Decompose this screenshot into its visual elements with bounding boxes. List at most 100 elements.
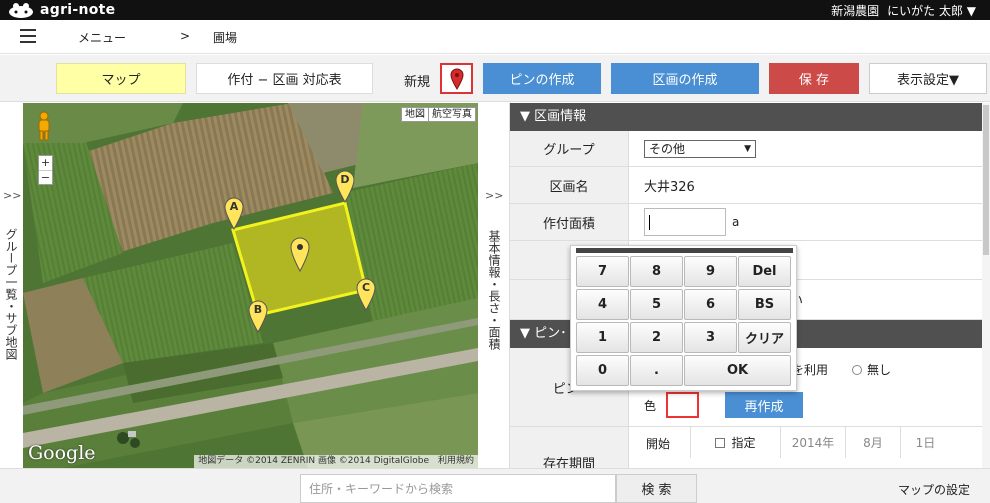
color-label: 色 — [644, 398, 657, 413]
app-logo[interactable]: agri-note — [8, 1, 115, 19]
map-pin-icon — [449, 68, 464, 90]
zoom-out-button[interactable]: − — [39, 170, 52, 184]
specify-checkbox[interactable]: 指定 — [690, 427, 780, 458]
key-0[interactable]: 0 — [576, 355, 629, 386]
month-select[interactable]: 8月 — [845, 427, 900, 458]
breadcrumb-current: 圃場 — [213, 31, 238, 45]
map-tab[interactable]: マップ — [56, 63, 186, 94]
farm-name: 新潟農園 — [831, 4, 880, 18]
scrollbar-thumb[interactable] — [983, 105, 989, 255]
top-bar: agri-note 新潟農園 にいがた 太郎 ▼ — [0, 0, 990, 20]
key-9[interactable]: 9 — [684, 256, 737, 287]
toolbar: マップ 作付 − 区画 対応表 新規 ピンの作成 区画の作成 保 存 表示設定▼ — [0, 55, 990, 102]
logo-text: agri-note — [40, 2, 116, 18]
use-option-label[interactable]: を利用 — [792, 361, 828, 378]
key-7[interactable]: 7 — [576, 256, 629, 287]
key-1[interactable]: 1 — [576, 322, 629, 353]
map-type-control: 地図 航空写真 — [401, 107, 476, 122]
marker-b-icon[interactable]: B — [247, 299, 269, 333]
crop-area-unit: a — [732, 215, 740, 229]
key-backspace[interactable]: BS — [738, 289, 791, 320]
key-decimal[interactable]: . — [630, 355, 683, 386]
google-logo: Google — [28, 442, 96, 464]
crop-area-input[interactable] — [644, 208, 726, 236]
address-search-input[interactable] — [300, 474, 616, 503]
user-name[interactable]: にいがた 太郎 ▼ — [887, 2, 976, 19]
none-radio-label: 無し — [867, 363, 892, 377]
period-label: 存在期間 — [510, 427, 629, 468]
dropdown-arrow-icon: ▼ — [744, 143, 751, 154]
map-type-map-button[interactable]: 地図 — [402, 108, 428, 121]
create-area-button[interactable]: 区画の作成 — [611, 63, 759, 94]
area-info-header[interactable]: ▼ 区画情報 — [510, 103, 982, 131]
marker-c-icon[interactable]: C — [355, 277, 377, 311]
street-view-pegman-icon[interactable] — [35, 111, 53, 141]
key-3[interactable]: 3 — [684, 322, 737, 353]
specify-label: 指定 — [731, 436, 756, 450]
logo-icon — [8, 2, 34, 19]
svg-text:B: B — [254, 303, 262, 316]
zoom-in-button[interactable]: + — [39, 156, 52, 170]
group-select[interactable]: その他 ▼ — [644, 139, 756, 158]
radio-circle-icon — [852, 365, 862, 375]
map-type-satellite-button[interactable]: 航空写真 — [428, 108, 475, 121]
breadcrumb-separator: > — [180, 29, 191, 43]
key-del[interactable]: Del — [738, 256, 791, 287]
basic-info-panel-toggle[interactable]: >> 基本情報・長さ・面積 — [478, 103, 510, 468]
basic-info-label: 基本情報・長さ・面積 — [487, 230, 501, 350]
key-2[interactable]: 2 — [630, 322, 683, 353]
start-label: 開始 — [646, 437, 671, 451]
bottom-bar: 検 索 マップの設定 — [0, 468, 990, 503]
marker-d-icon[interactable]: D — [334, 169, 356, 203]
hamburger-menu-icon[interactable] — [20, 29, 36, 43]
create-pin-button[interactable]: ピンの作成 — [483, 63, 601, 94]
group-list-label: グループ一覧・サブ地図 — [4, 228, 18, 360]
search-button[interactable]: 検 索 — [616, 474, 697, 503]
user-menu[interactable]: 新潟農園 にいがた 太郎 ▼ — [831, 2, 976, 19]
crop-area-label: 作付面積 — [510, 204, 629, 240]
new-pin-button[interactable] — [440, 63, 473, 94]
key-clear[interactable]: クリア — [738, 322, 791, 353]
area-name-label: 区画名 — [510, 167, 629, 203]
new-label: 新規 — [404, 75, 431, 90]
key-5[interactable]: 5 — [630, 289, 683, 320]
group-row: グループ その他 ▼ — [510, 131, 982, 167]
area-name-row: 区画名 大井326 — [510, 167, 982, 204]
crop-area-row: 作付面積 a — [510, 204, 982, 241]
area-center-marker-icon[interactable] — [289, 236, 311, 272]
group-label: グループ — [510, 131, 629, 166]
expand-arrow-icon[interactable]: >> — [3, 189, 21, 202]
color-swatch[interactable] — [666, 392, 700, 418]
map-settings-link[interactable]: マップの設定 — [898, 481, 970, 498]
key-ok[interactable]: OK — [684, 355, 791, 386]
remake-button[interactable]: 再作成 — [725, 392, 804, 418]
menu-link[interactable]: メニュー — [78, 29, 126, 46]
expand-arrow-icon[interactable]: >> — [485, 189, 503, 202]
day-select[interactable]: 1日 — [900, 427, 950, 458]
marker-a-icon[interactable]: A — [223, 196, 245, 230]
key-6[interactable]: 6 — [684, 289, 737, 320]
group-list-panel-toggle[interactable]: >> グループ一覧・サブ地図 — [0, 103, 23, 468]
info-panel-scrollbar[interactable] — [982, 103, 990, 468]
key-4[interactable]: 4 — [576, 289, 629, 320]
save-button[interactable]: 保 存 — [769, 63, 859, 94]
svg-text:D: D — [340, 173, 349, 186]
keypad-drag-bar[interactable] — [576, 248, 793, 253]
svg-text:A: A — [230, 200, 239, 213]
area-name-value: 大井326 — [644, 179, 695, 195]
crop-area-table-tab[interactable]: 作付 − 区画 対応表 — [196, 63, 373, 94]
zoom-control: + − — [38, 155, 53, 185]
period-row: 存在期間 開始 指定 2014年 8月 1日 — [510, 427, 982, 468]
numeric-keypad: 7 8 9 Del 4 5 6 BS 1 2 3 クリア 0 . OK — [570, 245, 797, 391]
key-8[interactable]: 8 — [630, 256, 683, 287]
none-radio[interactable]: 無し — [852, 361, 891, 378]
display-settings-button[interactable]: 表示設定▼ — [869, 63, 987, 94]
satellite-map[interactable]: A B C D + − 地図 航空写真 Google 地図データ ©2014 Z… — [23, 103, 478, 468]
menu-bar: メニュー > 圃場 — [0, 20, 990, 54]
group-select-value: その他 — [649, 142, 686, 156]
svg-text:C: C — [362, 281, 370, 294]
map-attribution[interactable]: 地図データ ©2014 ZENRIN 画像 ©2014 DigitalGlobe… — [194, 455, 478, 468]
checkbox-icon — [715, 437, 726, 448]
year-select[interactable]: 2014年 — [780, 427, 845, 458]
satellite-imagery — [23, 103, 478, 468]
